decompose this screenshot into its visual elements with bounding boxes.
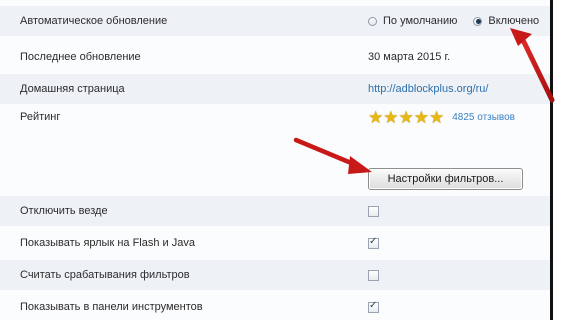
auto-update-label: Автоматическое обновление (20, 15, 168, 27)
disable-everywhere-row: Отключить везде (0, 196, 581, 226)
show-flash-java-row: Показывать ярлык на Flash и Java (0, 228, 581, 258)
show-toolbar-label: Показывать в панели инструментов (20, 301, 203, 313)
rating-star-icons: ★★★★★ (368, 107, 445, 127)
show-toolbar-checkbox[interactable] (368, 300, 379, 313)
show-flash-java-checkbox[interactable] (368, 236, 379, 249)
annotation-arrow-button (293, 137, 372, 174)
count-hits-row: Считать срабатывания фильтров (0, 260, 581, 290)
disable-everywhere-label: Отключить везде (20, 205, 108, 217)
count-hits-checkbox[interactable] (368, 269, 379, 281)
filter-settings-button[interactable]: Настройки фильтров... (368, 168, 523, 190)
count-hits-label: Считать срабатывания фильтров (20, 269, 190, 281)
rating-label: Рейтинг (20, 111, 61, 123)
annotation-arrow-radio (510, 28, 555, 103)
reviews-link[interactable]: 4825 отзывов (452, 112, 515, 123)
disable-everywhere-checkbox[interactable] (368, 205, 379, 217)
show-toolbar-row: Показывать в панели инструментов (0, 292, 581, 320)
show-flash-java-label: Показывать ярлык на Flash и Java (20, 237, 195, 249)
last-update-row: Последнее обновление 30 марта 2015 г. (0, 42, 581, 72)
radio-enabled[interactable] (473, 16, 483, 26)
homepage-link[interactable]: http://adblockplus.org/ru/ (368, 83, 488, 95)
rating-stars: ★★★★★ 4825 отзывов (368, 102, 515, 132)
last-update-label: Последнее обновление (20, 51, 141, 63)
last-update-value: 30 марта 2015 г. (368, 51, 451, 63)
radio-default-label[interactable]: По умолчанию (383, 15, 457, 27)
addon-details-panel: Автоматическое обновление По умолчанию В… (0, 0, 581, 320)
homepage-label: Домашняя страница (20, 83, 125, 95)
rating-row: Рейтинг ★★★★★ 4825 отзывов (0, 102, 581, 132)
auto-update-row: Автоматическое обновление По умолчанию В… (0, 6, 581, 36)
homepage-row: Домашняя страница http://adblockplus.org… (0, 74, 581, 104)
radio-default[interactable] (368, 16, 377, 26)
